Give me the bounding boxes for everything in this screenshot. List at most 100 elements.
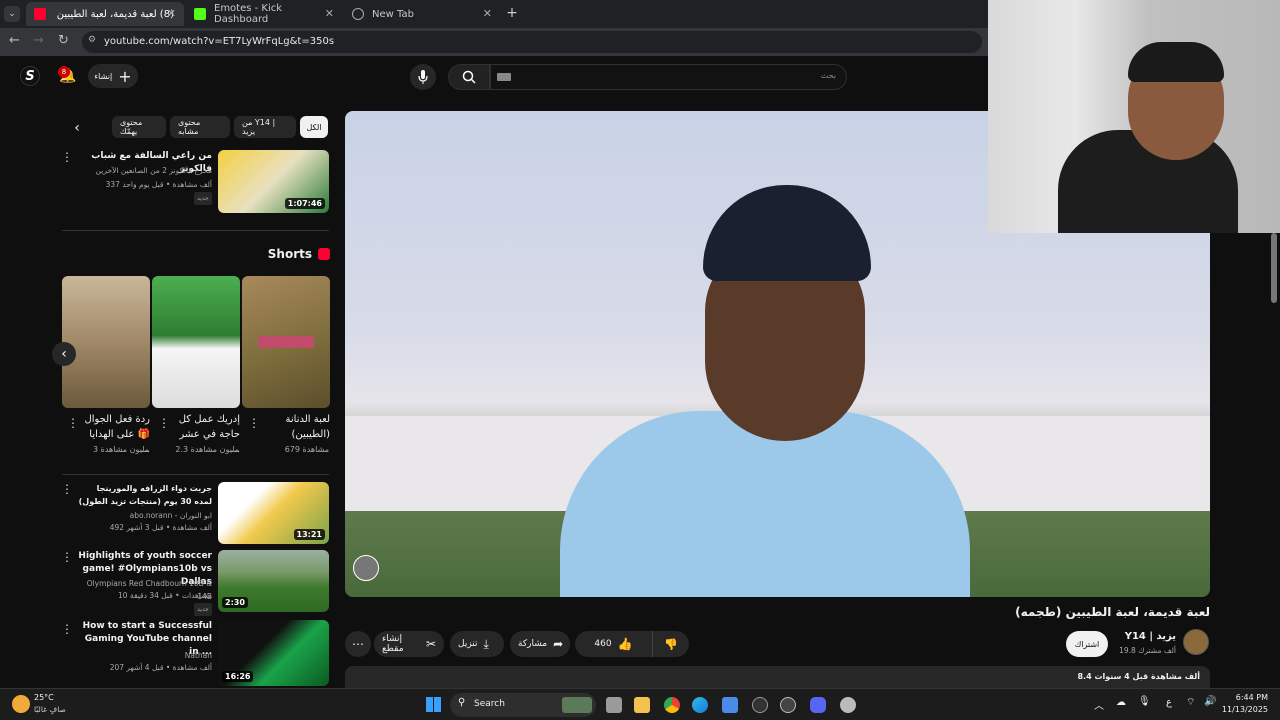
search-placeholder: بحث (820, 71, 836, 80)
more-options-icon[interactable]: ⋮ (158, 416, 170, 430)
avatar[interactable]: S (20, 66, 40, 86)
weather-temp: 25°C (34, 693, 54, 702)
store-icon[interactable] (722, 697, 738, 713)
clock-time[interactable]: 6:44 PM (1226, 693, 1268, 702)
voice-search-button[interactable] (410, 64, 436, 90)
video-meta: 337 ألف مشاهدة • قبل يوم واحد (105, 180, 212, 189)
like-button[interactable]: 460 👍 (575, 631, 653, 657)
more-options-icon[interactable]: ⋮ (61, 482, 73, 496)
share-button[interactable]: مشاركة ➦ (510, 631, 570, 657)
short-thumbnail[interactable] (62, 276, 150, 408)
volume-icon[interactable]: 🔊 (1204, 696, 1216, 707)
download-button[interactable]: تنزيل ⤓ (450, 631, 504, 657)
reload-icon[interactable]: ↻ (58, 33, 69, 48)
video-thumbnail[interactable]: 16:26 (218, 620, 329, 686)
obs-icon[interactable] (752, 697, 768, 713)
edge-icon[interactable] (692, 697, 708, 713)
duration-badge: 2:30 (222, 597, 248, 608)
video-channel[interactable]: مخرج فالكونز 2 من الصانعين الآخرين (80, 164, 212, 177)
dislike-button[interactable]: 👎 (653, 631, 689, 657)
windows-start-icon[interactable] (426, 697, 441, 712)
back-icon[interactable]: ← (9, 33, 20, 48)
chrome-icon[interactable] (664, 697, 680, 713)
channel-name[interactable]: Y14 | يزيد (1100, 631, 1176, 642)
close-icon[interactable]: ✕ (325, 7, 334, 20)
wifi-icon[interactable]: ⌔ (1186, 696, 1195, 709)
chips-scroll-left-icon[interactable]: ‹ (68, 118, 86, 138)
more-options-icon[interactable]: ⋮ (248, 416, 260, 430)
tab-new-tab[interactable]: New Tab ✕ (344, 2, 500, 26)
more-options-icon[interactable]: ⋮ (61, 622, 73, 636)
chip-all[interactable]: الكل (300, 116, 328, 138)
new-badge: جديد (194, 192, 212, 205)
discord-icon[interactable] (810, 697, 826, 713)
search-button[interactable] (448, 64, 490, 90)
shorts-logo-icon (318, 248, 330, 260)
create-label: إنشاء (94, 71, 113, 81)
channel-watermark (353, 555, 379, 581)
more-options-icon[interactable]: ⋮ (67, 416, 79, 430)
video-title[interactable]: جربت دواء الزرافه والمورينجا لمده 30 يوم… (78, 482, 212, 508)
forward-icon[interactable]: → (33, 33, 44, 48)
share-label: مشاركة (518, 639, 548, 649)
chip-from-channel[interactable]: من Y14 | يزيد (234, 116, 296, 138)
short-views: 679 مشاهدة (284, 445, 329, 454)
weather-icon[interactable] (12, 695, 30, 713)
keyboard-icon[interactable] (497, 73, 511, 81)
taskbar-search-box[interactable]: ⚲ Search (450, 693, 596, 717)
shorts-heading: Shorts (240, 244, 330, 264)
video-thumbnail[interactable]: 13:21 (218, 482, 329, 544)
short-views: 2.3 مليون مشاهدة (175, 445, 239, 454)
kick-favicon-icon (194, 8, 206, 20)
tray-chevron-icon[interactable]: ︿ (1094, 697, 1104, 712)
description-box[interactable]: 8.4 ألف مشاهدة قبل 4 سنوات (345, 666, 1210, 688)
microphone-icon[interactable]: 🎙 (1138, 696, 1151, 707)
site-info-icon[interactable]: ⚙ (88, 35, 96, 45)
weather-desc: صافٍ غالبًا (34, 705, 66, 714)
clock-date[interactable]: 11/13/2025 (1220, 705, 1268, 714)
tab-youtube[interactable]: (8) لعبة قديمة، لعبة الطيبين (طجمه ✕ (26, 2, 184, 26)
more-options-icon[interactable]: ⋮ (61, 150, 73, 164)
chip-for-you[interactable]: محتوى يهمّك (112, 116, 166, 138)
address-bar[interactable]: ⚙ youtube.com/watch?v=ET7LyWrFqLg&t=350s (82, 31, 982, 53)
channel-avatar[interactable] (1183, 629, 1209, 655)
scrollbar[interactable] (1271, 233, 1277, 303)
tab-kick-dashboard[interactable]: Emotes - Kick Dashboard ✕ (186, 2, 342, 26)
network-icon[interactable]: ☁ (1116, 697, 1126, 708)
share-icon: ➦ (553, 637, 564, 651)
divider (62, 230, 329, 231)
video-thumbnail[interactable]: 2:30 (218, 550, 329, 612)
language-indicator[interactable]: ع (1166, 697, 1172, 708)
more-options-icon[interactable]: ⋮ (61, 550, 73, 564)
new-badge: جديد (194, 603, 212, 616)
task-view-icon[interactable] (606, 697, 622, 713)
new-tab-button[interactable]: + (504, 5, 520, 21)
divider (62, 474, 329, 475)
thumbs-down-icon: 👎 (664, 637, 678, 651)
app-icon[interactable] (780, 697, 796, 713)
clip-label: إنشاء مقطع (382, 634, 404, 654)
tab-list-chevron-icon[interactable]: ⌄ (4, 6, 20, 22)
video-thumbnail[interactable]: 1:07:46 (218, 150, 329, 213)
subscribe-button[interactable]: اشتراك (1066, 631, 1108, 657)
settings-icon[interactable] (840, 697, 856, 713)
close-icon[interactable]: ✕ (483, 7, 492, 20)
close-icon[interactable]: ✕ (167, 7, 176, 20)
search-input[interactable]: بحث (490, 64, 847, 90)
short-thumbnail[interactable] (152, 276, 240, 408)
chip-related[interactable]: محتوى مشابه (170, 116, 230, 138)
more-actions-icon[interactable]: ⋯ (345, 631, 371, 657)
description-meta: 8.4 ألف مشاهدة قبل 4 سنوات (1077, 672, 1200, 681)
duration-badge: 16:26 (222, 671, 254, 682)
short-views: 3 مليون مشاهدة (92, 445, 149, 454)
clip-button[interactable]: إنشاء مقطع ✂ (374, 631, 444, 657)
video-title: لعبة قديمة، لعبة الطيبين (طجمه) (1015, 605, 1210, 619)
file-explorer-icon[interactable] (634, 697, 650, 713)
duration-badge: 13:21 (293, 529, 325, 540)
search-icon (462, 70, 476, 84)
short-title[interactable]: لعبة الدنانة (الطيبين) (260, 412, 330, 442)
create-button[interactable]: إنشاء + (88, 64, 138, 88)
short-thumbnail[interactable] (242, 276, 330, 408)
shorts-scroll-left-icon[interactable]: ‹ (52, 342, 76, 366)
duration-badge: 1:07:46 (284, 198, 325, 209)
